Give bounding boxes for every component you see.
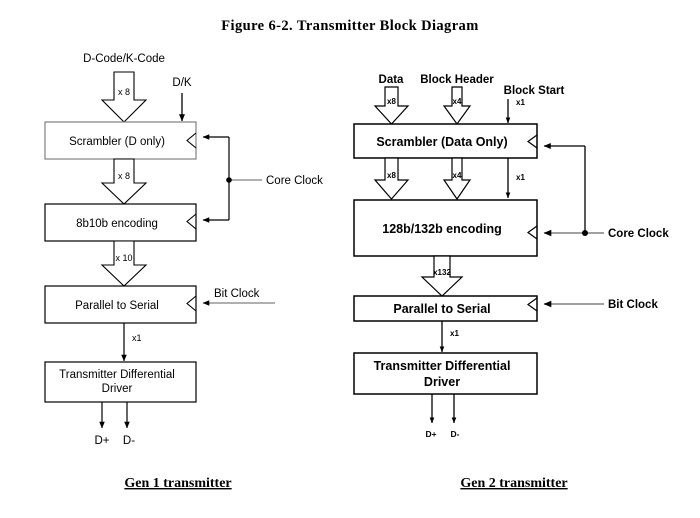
gen1-block-driver [44,361,197,403]
gen2-output-dminus-label: D- [451,429,460,439]
gen1-input-dk-label: D/K [172,77,192,89]
gen1-input-data-label: D-Code/K-Code [83,53,165,65]
gen1-bus-arrow-scrambler-out [100,158,148,205]
gen1-bit-clock-label: Bit Clock [214,288,260,300]
gen2-core-clock-label: Core Clock [608,228,669,240]
gen2-core-clock-junction-dot-icon [582,230,588,236]
gen1-core-clock-junction-dot-icon [226,177,232,183]
gen2-diagram: Data Block Header Block Start x8 x4 x1 S… [353,74,669,491]
gen2-bit-clock-label: Bit Clock [608,299,658,311]
gen2-bus-encoder-out-label: x132 [433,268,451,277]
gen2-output-dplus-label: D+ [425,429,436,439]
gen1-caption: Gen 1 transmitter [124,476,231,491]
gen2-bus-scrambler-out-header-label: x4 [453,171,462,180]
figure-page: Figure 6-2. Transmitter Block Diagram D-… [0,0,700,518]
gen2-bus-scrambler-out-start-label: x1 [516,173,525,182]
gen2-block-scrambler-label: Scrambler (Data Only) [376,135,507,149]
gen2-input-header-label: Block Header [420,74,494,86]
gen2-input-start-width: x1 [516,98,525,107]
gen1-bus-scrambler-out-label: x 8 [118,171,130,181]
block-diagram-canvas: D-Code/K-Code x 8 D/K Scrambler (D only)… [44,53,669,491]
gen1-bus-arrow-input-x8 [100,71,148,123]
gen1-block-serializer-label: Parallel to Serial [75,300,159,312]
gen2-input-data-label: Data [379,74,405,86]
gen2-input-header-width: x4 [453,97,462,106]
gen1-block-driver-label-line2: Driver [102,383,133,395]
gen2-block-driver-label-line2: Driver [424,375,460,389]
gen1-output-dplus-label: D+ [94,435,109,447]
gen1-block-driver-label-line1: Transmitter Differential [59,369,175,381]
gen2-input-start-label: Block Start [504,85,565,97]
gen1-diagram: D-Code/K-Code x 8 D/K Scrambler (D only)… [44,53,323,491]
gen2-block-encoder-label: 128b/132b encoding [382,222,501,236]
gen1-bus-arrow-encoder-out [100,240,148,287]
gen2-caption: Gen 2 transmitter [460,476,567,491]
gen1-block-encoder-label: 8b10b encoding [76,218,158,230]
gen2-block-serializer-label: Parallel to Serial [393,302,490,316]
gen1-core-clock-label: Core Clock [266,175,323,187]
gen1-output-dminus-label: D- [123,435,135,447]
gen1-bus-encoder-out-label: x 10 [115,253,132,263]
gen2-bus-serial-out-label: x1 [450,329,459,338]
gen2-block-driver-label-line1: Transmitter Differential [374,359,511,373]
gen2-input-data-width: x8 [387,97,396,106]
gen1-input-data-width: x 8 [118,87,130,97]
gen2-bus-scrambler-out-data-label: x8 [387,171,396,180]
gen1-block-scrambler-label: Scrambler (D only) [69,136,165,148]
gen1-bus-serial-out-label: x1 [132,333,142,343]
